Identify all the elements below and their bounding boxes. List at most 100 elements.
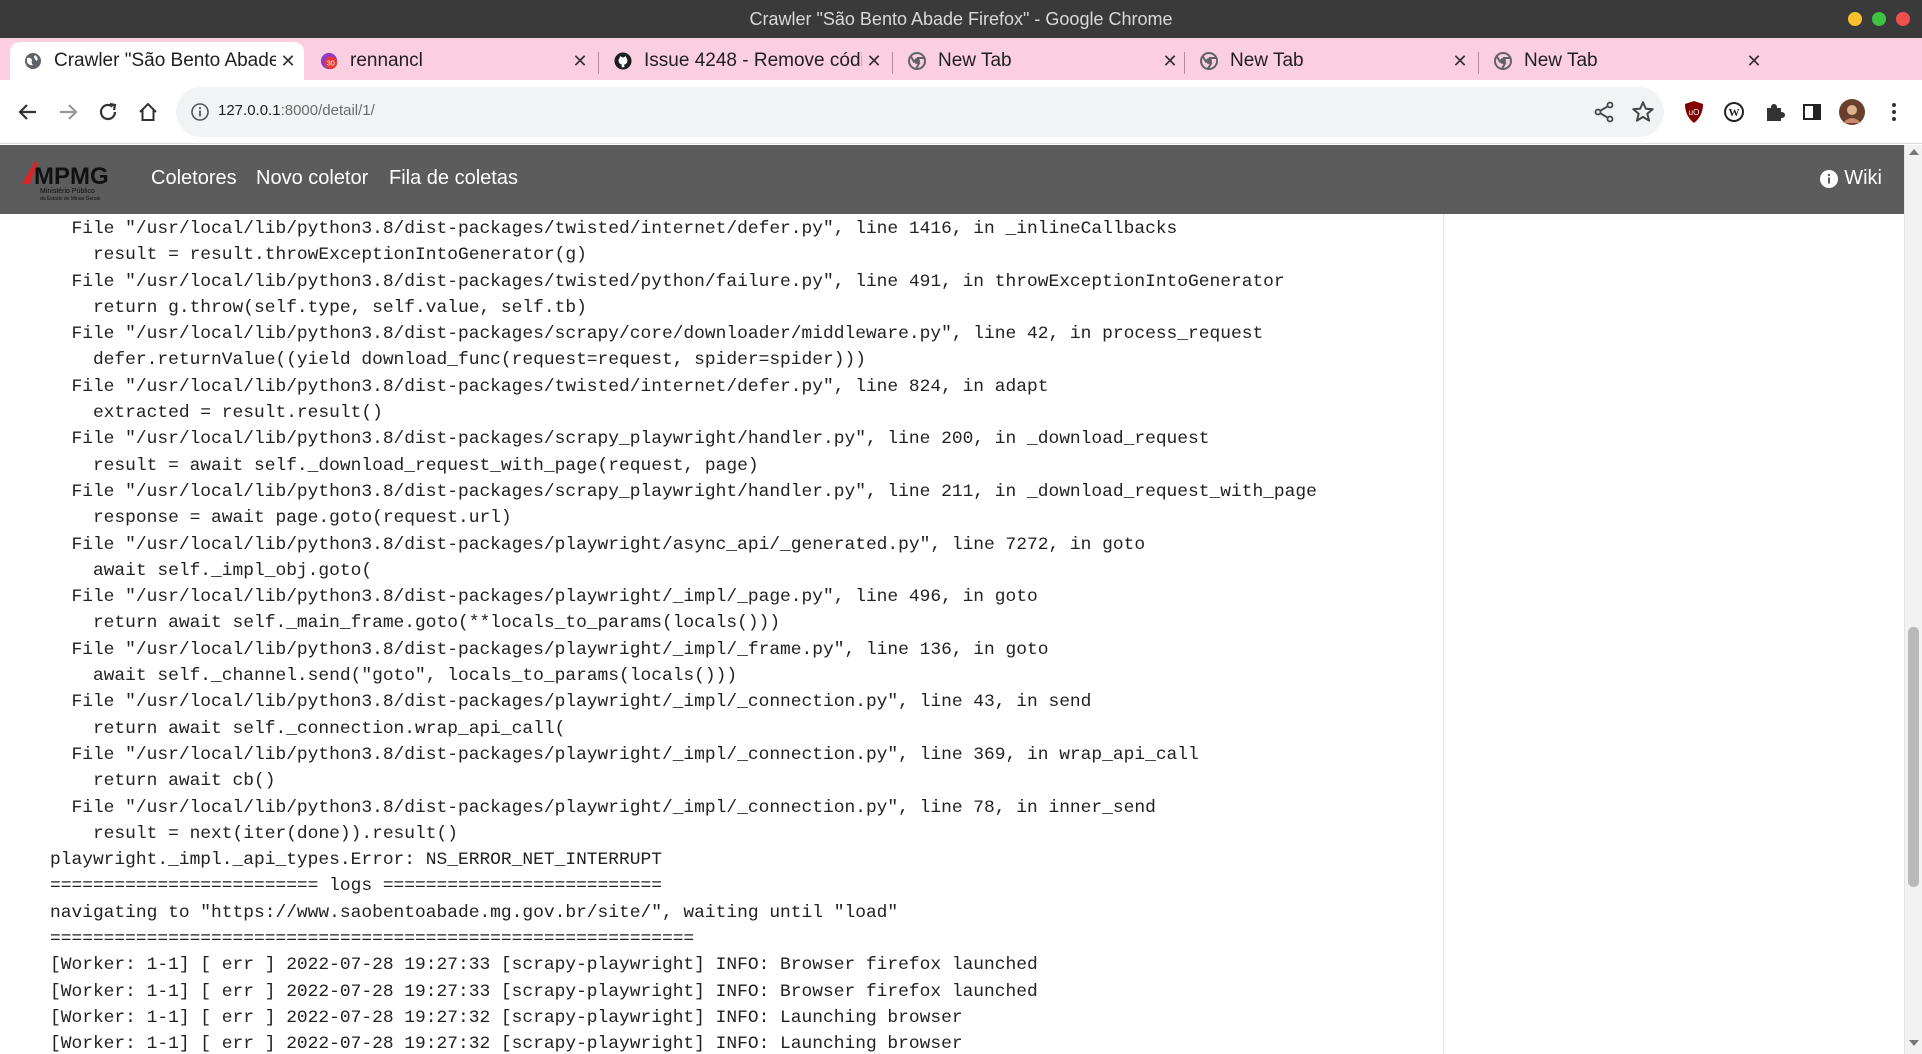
page-scrollbar[interactable] <box>1904 145 1922 1054</box>
window-titlebar[interactable]: Crawler "São Bento Abade Firefox" - Goog… <box>0 0 1922 38</box>
log-line: File "/usr/local/lib/python3.8/dist-pack… <box>50 324 1264 345</box>
log-line: playwright._impl._api_types.Error: NS_ER… <box>50 850 662 871</box>
app-navbar: MPMG Ministério Público do Estado de Min… <box>0 145 1904 214</box>
home-icon <box>139 102 157 121</box>
svg-text:W: W <box>1729 107 1740 119</box>
log-output[interactable]: File "/usr/local/lib/python3.8/dist-pack… <box>38 214 1443 1054</box>
log-line: result = await self._download_request_wi… <box>50 455 759 476</box>
forward-button[interactable] <box>52 96 84 128</box>
side-panel-button[interactable] <box>1798 98 1826 126</box>
log-line: response = await page.goto(request.url) <box>50 508 512 529</box>
log-line: File "/usr/local/lib/python3.8/dist-pack… <box>50 639 1049 660</box>
scroll-down-arrow-icon[interactable] <box>1909 1040 1919 1046</box>
tab-issue[interactable]: Issue 4248 - Remove código ✕ <box>600 42 890 80</box>
log-line: File "/usr/local/lib/python3.8/dist-pack… <box>50 271 1285 292</box>
tab-title: New Tab <box>1230 50 1304 71</box>
browser-menu-button[interactable] <box>1880 98 1908 126</box>
tab-crawler[interactable]: Crawler "São Bento Abade Firefox" ✕ <box>10 42 304 80</box>
tab-new-tab-2[interactable]: New Tab ✕ <box>1186 42 1476 80</box>
shield-icon: uO <box>1685 101 1703 123</box>
svg-text:30: 30 <box>327 59 335 68</box>
back-button[interactable] <box>12 96 44 128</box>
arrow-right-icon <box>60 104 78 120</box>
github-icon <box>614 52 632 70</box>
wordpress-extension-button[interactable]: W <box>1720 98 1748 126</box>
close-tab-icon[interactable]: ✕ <box>276 51 300 72</box>
svg-text:uO: uO <box>1689 108 1700 117</box>
tab-separator <box>892 52 893 74</box>
log-line: File "/usr/local/lib/python3.8/dist-pack… <box>50 692 1092 713</box>
info-icon[interactable] <box>190 102 210 122</box>
tab-title: New Tab <box>1524 50 1598 71</box>
address-bar[interactable]: 127.0.0.1:8000/detail/1/ <box>176 87 1664 137</box>
log-line: await self._impl_obj.goto( <box>50 560 373 581</box>
notification-badge-icon: 30 <box>320 52 338 70</box>
log-line: File "/usr/local/lib/python3.8/dist-pack… <box>50 429 1210 450</box>
log-line: [Worker: 1-1] [ err ] 2022-07-28 19:27:3… <box>50 1034 963 1054</box>
nav-wiki[interactable]: Wiki <box>1820 167 1882 190</box>
extensions-button[interactable] <box>1760 98 1788 126</box>
tab-new-tab-3[interactable]: New Tab ✕ <box>1480 42 1770 80</box>
log-line: return await self._main_frame.goto(**loc… <box>50 613 781 634</box>
info-circle-icon <box>1820 169 1839 188</box>
log-line: ========================= logs =========… <box>50 876 662 897</box>
log-line: defer.returnValue((yield download_func(r… <box>50 350 866 371</box>
svg-text:do Estado de Minas Gerais: do Estado de Minas Gerais <box>40 196 101 202</box>
svg-text:MPMG: MPMG <box>34 163 109 190</box>
log-line: File "/usr/local/lib/python3.8/dist-pack… <box>50 376 1049 397</box>
log-line: await self._channel.send("goto", locals_… <box>50 666 738 687</box>
tab-title: New Tab <box>938 50 1012 71</box>
ublock-extension-button[interactable]: uO <box>1680 98 1708 126</box>
svg-text:Ministério Público: Ministério Público <box>40 188 95 195</box>
log-line: [Worker: 1-1] [ err ] 2022-07-28 19:27:3… <box>50 981 1038 1002</box>
reload-button[interactable] <box>92 96 124 128</box>
log-line: ========================================… <box>50 929 695 950</box>
nav-novo-coletor[interactable]: Novo coletor <box>256 167 368 190</box>
log-line: [Worker: 1-1] [ err ] 2022-07-28 19:27:3… <box>50 1007 963 1028</box>
scroll-up-arrow-icon[interactable] <box>1909 149 1919 155</box>
browser-toolbar: 127.0.0.1:8000/detail/1/ uO W <box>0 80 1922 144</box>
tab-title: rennancl <box>350 50 423 71</box>
log-line: return await cb() <box>50 771 276 792</box>
log-line: extracted = result.result() <box>50 403 383 424</box>
chrome-icon <box>908 52 926 70</box>
tab-separator <box>598 52 599 74</box>
bookmark-star-icon[interactable] <box>1630 99 1656 125</box>
log-line: File "/usr/local/lib/python3.8/dist-pack… <box>50 744 1199 765</box>
share-icon[interactable] <box>1592 100 1616 124</box>
maximize-button[interactable] <box>1872 12 1886 26</box>
close-tab-icon[interactable]: ✕ <box>568 51 592 72</box>
home-button[interactable] <box>132 96 164 128</box>
log-line: return await self._connection.wrap_api_c… <box>50 718 566 739</box>
minimize-button[interactable] <box>1848 12 1862 26</box>
close-tab-icon[interactable]: ✕ <box>862 51 886 72</box>
log-line: result = next(iter(done)).result() <box>50 823 458 844</box>
close-tab-icon[interactable]: ✕ <box>1158 51 1182 72</box>
scrollbar-thumb[interactable] <box>1908 627 1919 887</box>
nav-coletores[interactable]: Coletores <box>151 167 237 190</box>
close-tab-icon[interactable]: ✕ <box>1448 51 1472 72</box>
log-panel: File "/usr/local/lib/python3.8/dist-pack… <box>38 214 1444 1054</box>
log-line: [Worker: 1-1] [ err ] 2022-07-28 19:27:3… <box>50 955 1038 976</box>
tab-rennancl[interactable]: 30 rennancl ✕ <box>306 42 596 80</box>
tab-separator <box>1184 52 1185 74</box>
tab-separator <box>1478 52 1479 74</box>
tab-new-tab-1[interactable]: New Tab ✕ <box>894 42 1186 80</box>
log-line: return g.throw(self.type, self.value, se… <box>50 297 587 318</box>
close-tab-icon[interactable]: ✕ <box>1742 51 1766 72</box>
log-line: File "/usr/local/lib/python3.8/dist-pack… <box>50 219 1178 239</box>
arrow-left-icon <box>18 104 36 120</box>
page-content: File "/usr/local/lib/python3.8/dist-pack… <box>0 214 1904 1054</box>
nav-fila-de-coletas[interactable]: Fila de coletas <box>389 167 518 190</box>
log-line: File "/usr/local/lib/python3.8/dist-pack… <box>50 797 1156 818</box>
url-text[interactable]: 127.0.0.1:8000/detail/1/ <box>218 102 375 119</box>
log-line: navigating to "https://www.saobentoabade… <box>50 902 899 923</box>
globe-icon <box>24 52 42 70</box>
brand-logo[interactable]: MPMG Ministério Público do Estado de Min… <box>20 158 124 202</box>
profile-avatar[interactable] <box>1838 98 1866 126</box>
more-vert-icon <box>1892 103 1896 121</box>
wiki-label: Wiki <box>1844 167 1882 189</box>
log-line: File "/usr/local/lib/python3.8/dist-pack… <box>50 534 1146 555</box>
avatar-icon <box>1839 99 1865 125</box>
close-window-button[interactable] <box>1896 12 1910 26</box>
